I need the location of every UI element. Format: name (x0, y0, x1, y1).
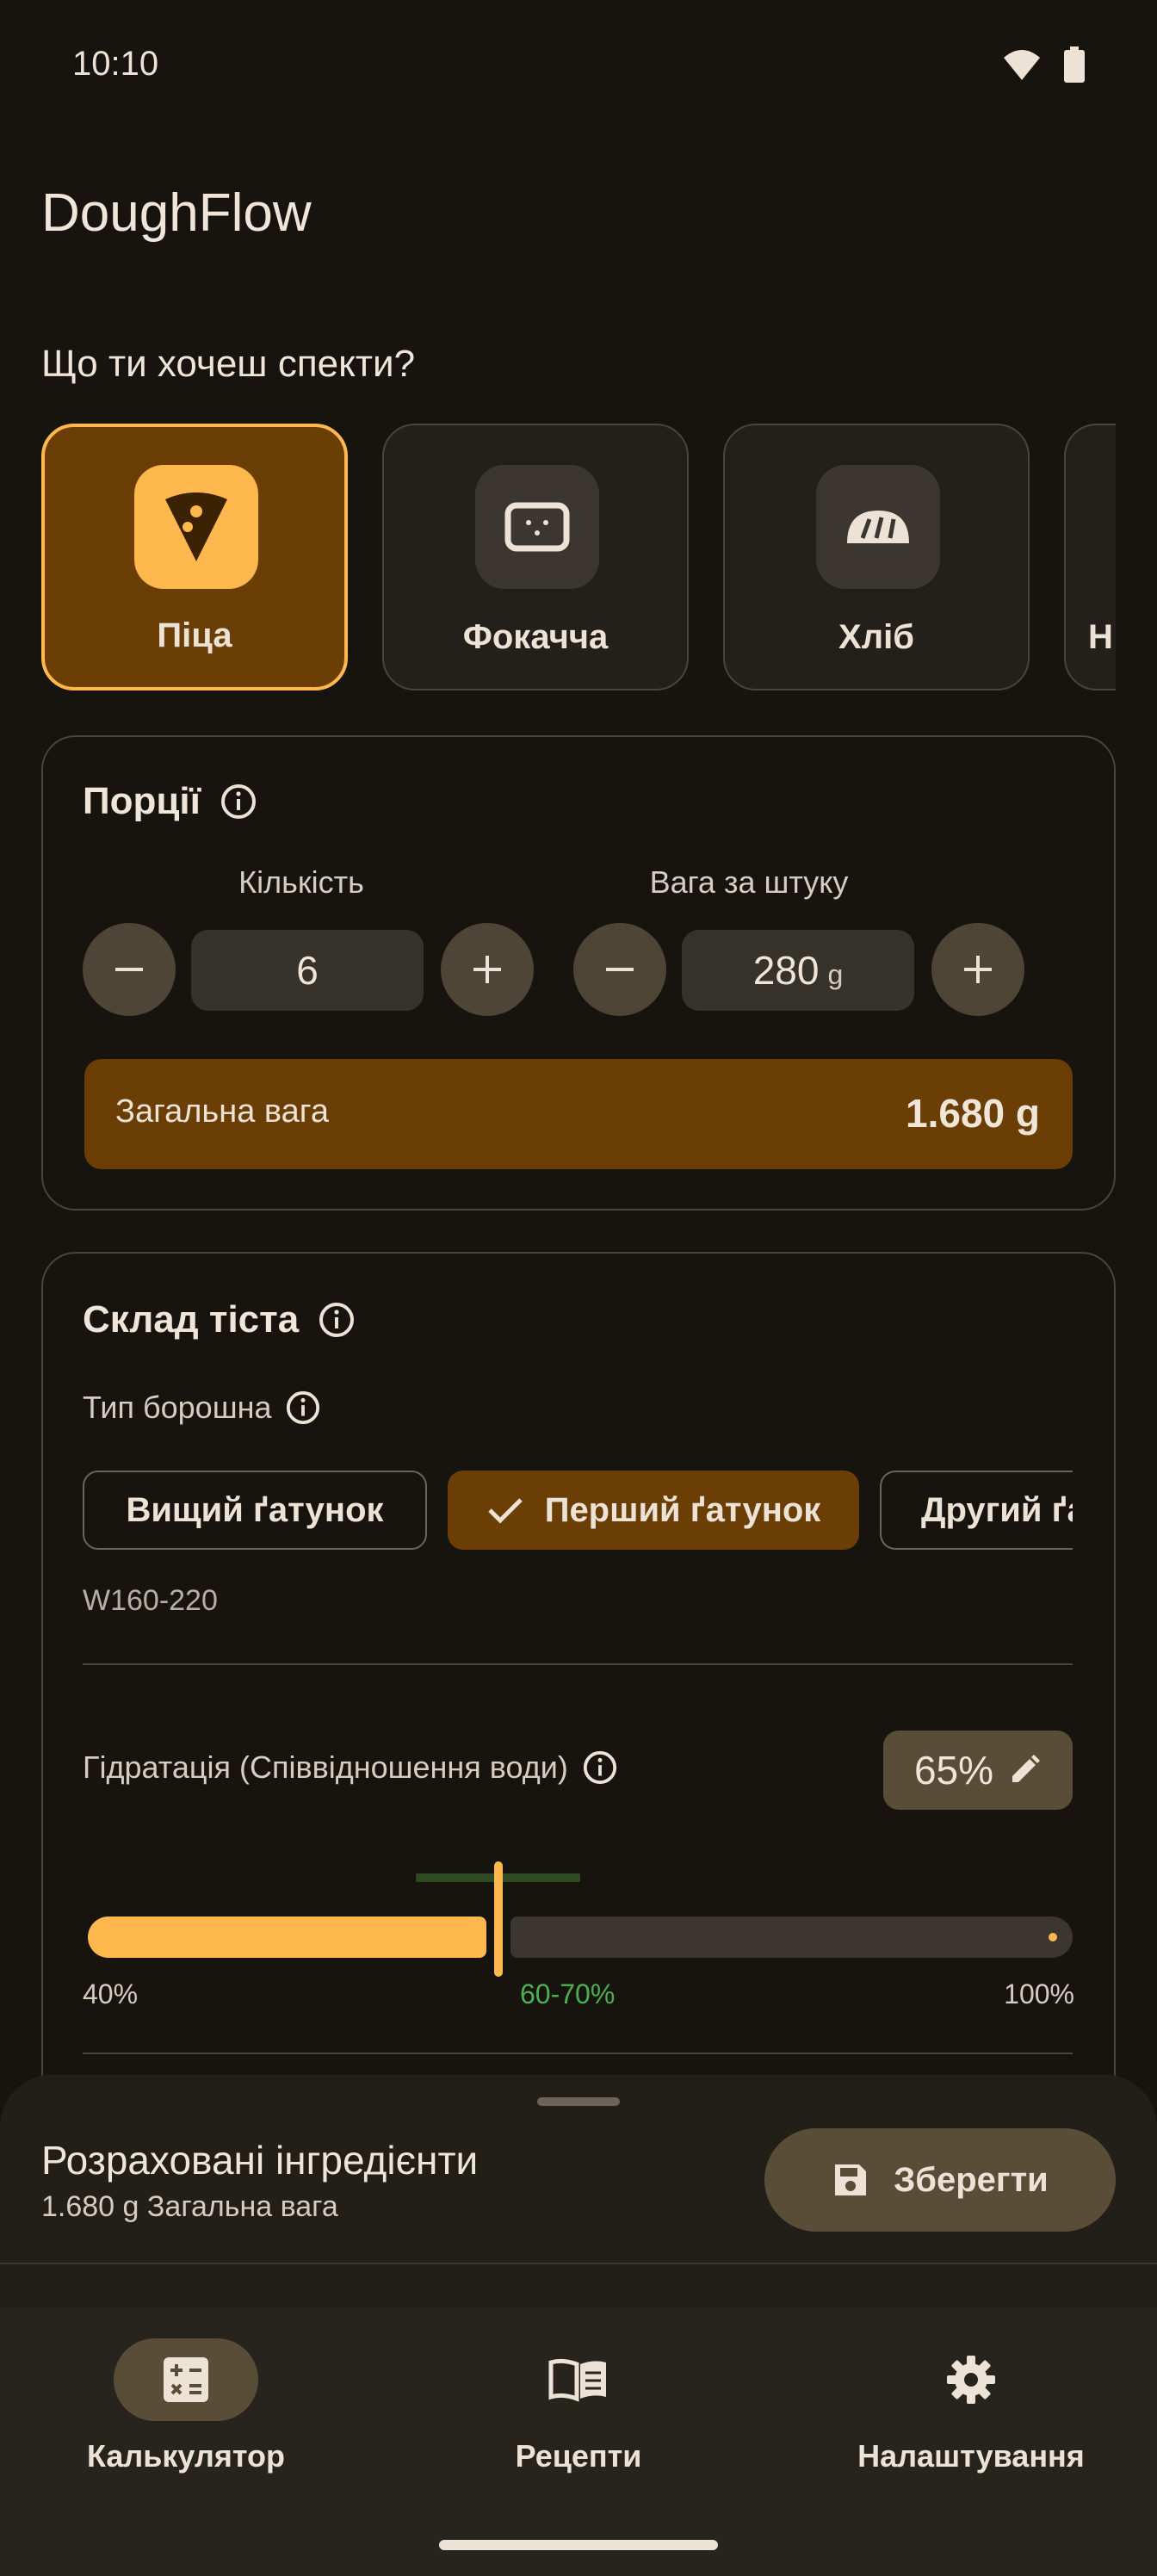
sheet-title: Розраховані інгредієнти (41, 2138, 479, 2183)
calculator-icon (164, 2357, 208, 2402)
category-label: Хліб (838, 618, 914, 656)
count-input[interactable]: 6 (191, 930, 424, 1011)
nav-pill (899, 2338, 1043, 2421)
divider (83, 2053, 1073, 2054)
nav-item-settings[interactable]: Налаштування (799, 2338, 1143, 2474)
save-icon (835, 2164, 867, 2195)
flour-chip-second-grade[interactable]: Другий ґа (880, 1471, 1073, 1550)
category-row: Піца Фокачча Хліб Н (41, 424, 1116, 694)
battery-icon (1064, 46, 1085, 83)
category-card-pizza[interactable]: Піца (41, 424, 348, 690)
flour-chip-first-grade[interactable]: Перший ґатунок (448, 1471, 859, 1550)
hydration-label: Гідратація (Співвідношення води) (83, 1749, 568, 1785)
divider (0, 2263, 1157, 2264)
nav-pill (114, 2338, 258, 2421)
category-label: Н (1088, 618, 1113, 656)
status-time: 10:10 (72, 45, 159, 83)
status-icons (1002, 46, 1085, 83)
ingredients-sheet[interactable]: Розраховані інгредієнти 1.680 g Загальна… (0, 2075, 1157, 2307)
gear-icon (947, 2356, 995, 2404)
info-icon[interactable] (220, 783, 257, 820)
category-label: Піца (157, 616, 232, 654)
save-label: Зберегти (894, 2160, 1049, 2199)
info-icon[interactable] (318, 1301, 356, 1339)
portions-title-text: Порції (83, 780, 201, 822)
bake-question: Що ти хочеш спекти? (41, 343, 416, 385)
sheet-subtitle: 1.680 g Загальна вага (41, 2190, 338, 2223)
dough-title: Склад тіста (83, 1298, 356, 1341)
count-label: Кількість (238, 864, 364, 900)
hydration-header: Гідратація (Співвідношення води) (83, 1749, 618, 1786)
slider-inactive-track (510, 1917, 1073, 1958)
nav-item-recipes[interactable]: Рецепти (406, 2338, 751, 2474)
book-icon (548, 2358, 606, 2402)
category-card-bread[interactable]: Хліб (723, 424, 1030, 690)
bread-icon (816, 465, 940, 589)
range-recommended-label: 60-70% (520, 1978, 616, 2009)
app-title: DoughFlow (41, 183, 312, 243)
nav-item-calculator[interactable]: Калькулятор (14, 2338, 358, 2474)
focaccia-icon (475, 465, 599, 589)
pizza-icon (134, 465, 258, 589)
info-icon[interactable] (582, 1749, 618, 1786)
hydration-slider[interactable] (88, 1861, 1073, 1994)
nav-pill (506, 2338, 651, 2421)
info-icon[interactable] (285, 1390, 321, 1426)
nav-label: Налаштування (857, 2438, 1085, 2474)
flour-type-label: Тип борошна (83, 1390, 272, 1425)
category-card-focaccia[interactable]: Фокачча (382, 424, 689, 690)
weight-decrement-button[interactable] (573, 923, 666, 1016)
divider (83, 1663, 1073, 1665)
plus-icon (964, 956, 992, 983)
flour-type-header: Тип борошна (83, 1390, 321, 1426)
check-icon (487, 1498, 523, 1524)
save-button[interactable]: Зберегти (764, 2128, 1116, 2232)
total-weight-value: 1.680 g (906, 1091, 1040, 1136)
category-label: Фокачча (462, 618, 609, 656)
sheet-drag-handle[interactable] (537, 2097, 620, 2106)
flour-chip-premium[interactable]: Вищий ґатунок (83, 1471, 427, 1550)
weight-unit: g (827, 958, 844, 990)
flour-strength: W160-220 (83, 1584, 218, 1617)
range-max-label: 100% (1004, 1978, 1074, 2009)
total-weight-label: Загальна вага (115, 1093, 329, 1130)
weight-value: 280 (752, 948, 820, 993)
bottom-navigation: Калькулятор Рецепти Налаштування (0, 2307, 1157, 2576)
nav-label: Калькулятор (86, 2438, 285, 2474)
weight-increment-button[interactable] (931, 923, 1024, 1016)
flour-chip-row: Вищий ґатунок Перший ґатунок Другий ґа (83, 1471, 1073, 1553)
nav-label: Рецепти (515, 2438, 642, 2474)
weight-label: Вага за штуку (649, 864, 849, 900)
minus-icon (606, 968, 634, 971)
count-increment-button[interactable] (441, 923, 534, 1016)
weight-input[interactable]: 280 g (682, 930, 914, 1011)
hydration-edit-button[interactable]: 65% (883, 1731, 1073, 1810)
hydration-value: 65% (913, 1748, 994, 1793)
count-decrement-button[interactable] (83, 923, 176, 1016)
plus-icon (473, 956, 501, 983)
recommended-range-marker (88, 1873, 1073, 1884)
wifi-icon (1004, 50, 1040, 80)
flour-chip-label: Перший ґатунок (544, 1490, 821, 1529)
minus-icon (115, 968, 143, 971)
slider-end-dot (1048, 1933, 1057, 1941)
slider-thumb[interactable] (493, 1861, 503, 1977)
dough-title-text: Склад тіста (83, 1298, 300, 1341)
home-indicator[interactable] (439, 2540, 718, 2550)
total-weight-bar: Загальна вага 1.680 g (84, 1059, 1073, 1169)
slider-active-track (88, 1917, 486, 1958)
range-min-label: 40% (83, 1978, 139, 2009)
portions-title: Порції (83, 780, 257, 823)
dough-card: Склад тіста Тип борошна Вищий ґатунок Пе… (41, 1252, 1116, 2113)
portions-card: Порції Кількість Вага за штуку 6 280 g З… (41, 735, 1116, 1211)
category-card-more[interactable]: Н (1064, 424, 1116, 690)
pencil-icon (1012, 1755, 1041, 1782)
